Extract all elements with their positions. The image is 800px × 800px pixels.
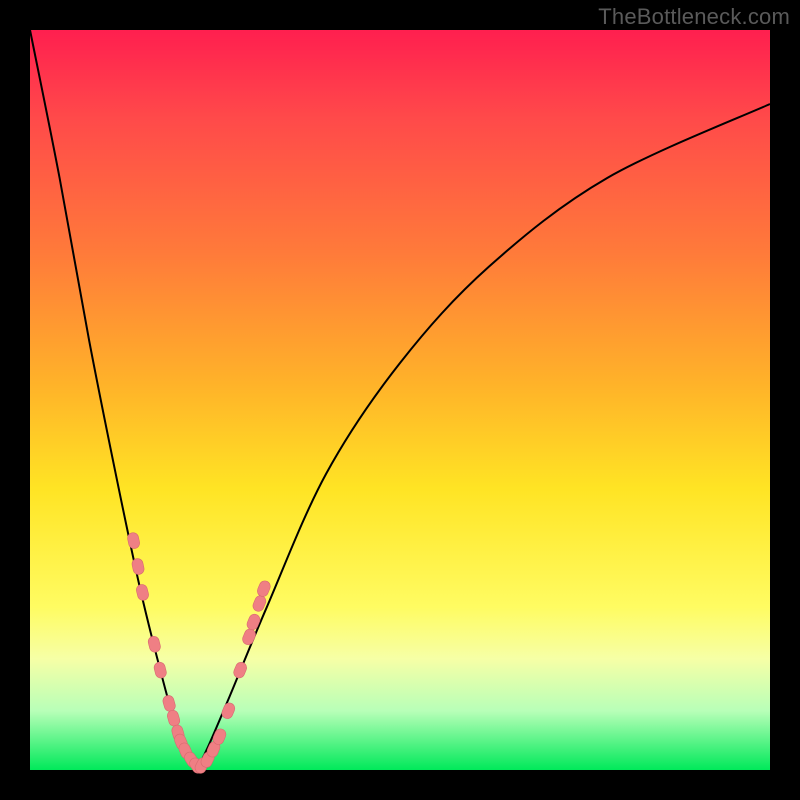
data-marker <box>135 583 150 601</box>
data-marker <box>166 709 181 727</box>
left-branch-curve <box>30 30 197 770</box>
right-branch-curve <box>197 104 771 770</box>
data-marker <box>220 701 236 720</box>
data-marker <box>232 661 248 680</box>
plot-area <box>30 30 770 770</box>
data-marker <box>241 627 257 646</box>
chart-frame: TheBottleneck.com <box>0 0 800 800</box>
data-marker <box>153 661 168 679</box>
data-marker <box>147 635 162 653</box>
data-marker <box>162 694 177 712</box>
curves-group <box>30 30 770 770</box>
watermark-label: TheBottleneck.com <box>598 4 790 30</box>
data-marker <box>256 579 272 598</box>
data-marker <box>245 613 261 632</box>
markers-group <box>127 532 272 776</box>
chart-svg <box>30 30 770 770</box>
